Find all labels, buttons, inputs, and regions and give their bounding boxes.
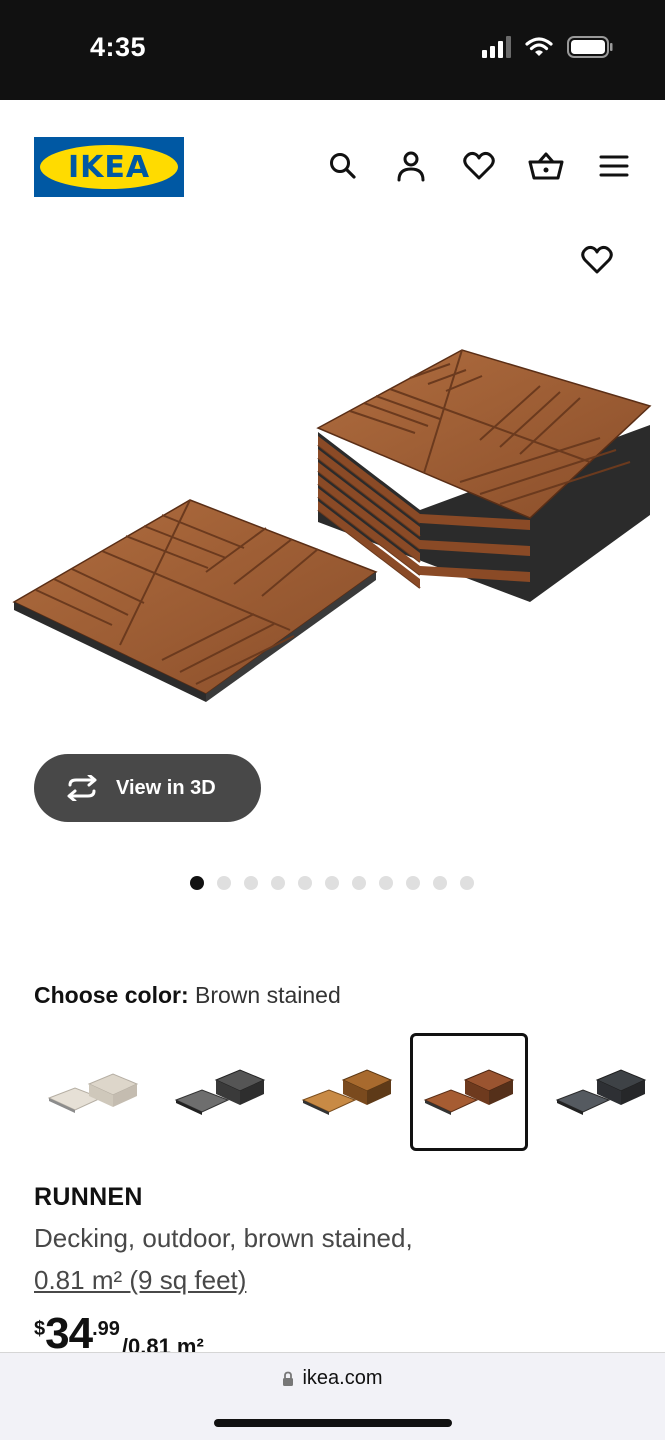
cellular-signal-icon — [482, 36, 511, 58]
swatch-light-brown[interactable] — [288, 1033, 406, 1151]
carousel-dot[interactable] — [352, 876, 366, 890]
choose-color-label: Choose color: Brown stained — [34, 982, 341, 1009]
swatch-brown-stained[interactable] — [410, 1033, 528, 1151]
carousel-dot[interactable] — [460, 876, 474, 890]
price-currency: $ — [34, 1318, 46, 1340]
selected-color-value: Brown stained — [195, 982, 341, 1008]
home-indicator[interactable] — [214, 1419, 452, 1427]
tile-stack — [316, 349, 652, 602]
carousel-dot[interactable] — [325, 876, 339, 890]
view-in-3d-label: View in 3D — [116, 776, 216, 799]
product-image[interactable] — [10, 340, 655, 710]
choose-color-key: Choose color: — [34, 982, 189, 1008]
basket-icon[interactable] — [528, 148, 564, 184]
single-tile — [12, 499, 378, 702]
carousel-dot[interactable] — [433, 876, 447, 890]
address-bar[interactable]: ikea.com — [0, 1367, 665, 1390]
carousel-dot[interactable] — [271, 876, 285, 890]
swatch-grey-stone[interactable] — [542, 1033, 660, 1151]
account-icon[interactable] — [393, 148, 429, 184]
menu-icon[interactable] — [596, 148, 632, 184]
add-to-favourites-icon[interactable] — [577, 240, 617, 280]
status-time: 4:35 — [90, 32, 147, 62]
carousel-dot[interactable] — [190, 876, 204, 890]
product-price: $ 34 .99 /0.81 m² — [34, 1312, 204, 1352]
image-carousel-dots — [190, 876, 474, 890]
url-text: ikea.com — [302, 1367, 383, 1389]
site-header: IKEA — [0, 100, 665, 240]
search-icon[interactable] — [325, 148, 361, 184]
logo-text: IKEA — [67, 149, 151, 185]
price-decimal: .99 — [92, 1318, 120, 1340]
price-unit: /0.81 m² — [121, 1334, 204, 1352]
wifi-icon — [525, 37, 553, 56]
view-in-3d-button[interactable]: View in 3D — [34, 754, 261, 822]
carousel-dot[interactable] — [244, 876, 258, 890]
carousel-dot[interactable] — [379, 876, 393, 890]
status-bar: 4:35 — [0, 0, 665, 100]
carousel-dot[interactable] — [217, 876, 231, 890]
browser-bar: ikea.com — [0, 1352, 665, 1440]
price-integer: 34 — [45, 1312, 93, 1352]
heart-icon[interactable] — [461, 148, 497, 184]
carousel-dot[interactable] — [406, 876, 420, 890]
status-icons — [482, 36, 613, 58]
ikea-logo[interactable]: IKEA — [34, 137, 184, 197]
swatch-dark-grey[interactable] — [161, 1033, 279, 1151]
product-description: Decking, outdoor, brown stained, — [34, 1223, 413, 1253]
product-size-link[interactable]: 0.81 m² (9 sq feet) — [34, 1265, 246, 1296]
rotate-3d-icon — [67, 775, 97, 801]
swatch-light-grey-beige[interactable] — [34, 1033, 152, 1151]
lock-icon — [283, 1371, 294, 1386]
carousel-dot[interactable] — [298, 876, 312, 890]
battery-icon — [567, 36, 613, 58]
color-swatches — [34, 1033, 665, 1151]
product-name: RUNNEN — [34, 1183, 143, 1211]
